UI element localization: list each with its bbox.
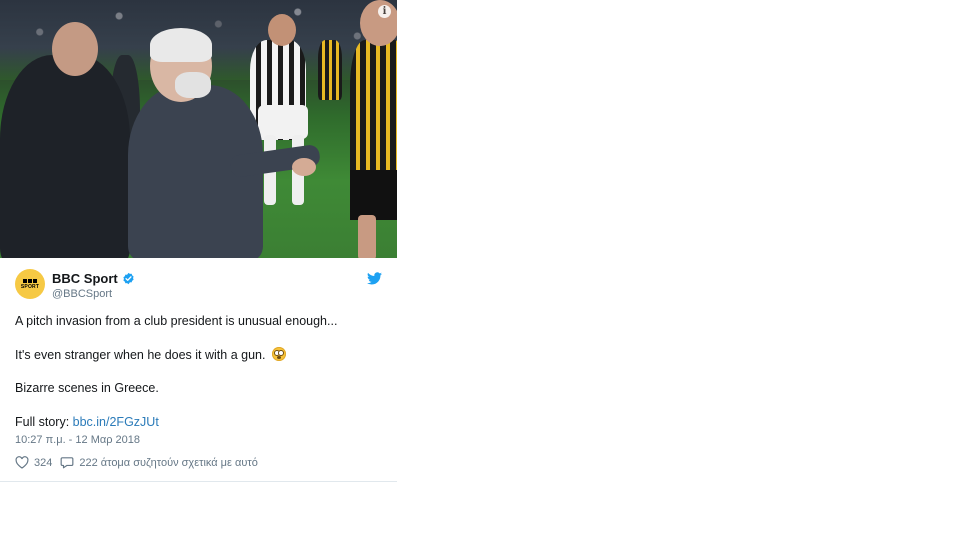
player-yellow-black-leg — [358, 215, 376, 258]
background-player-figure — [318, 40, 342, 100]
twitter-bird-icon[interactable] — [367, 272, 382, 285]
flushed-face-emoji — [271, 347, 286, 361]
tweet-header: SPORT BBC Sport @BBCSport — [15, 269, 385, 303]
tweet-timestamp[interactable]: 10:27 π.μ. - 12 Μαρ 2018 — [15, 434, 140, 446]
player-yellow-black-shorts — [350, 170, 397, 220]
bodyguard-head — [52, 22, 98, 76]
bodyguard-figure — [0, 55, 130, 258]
tweet-text-line-with-emoji: It's even stranger when he does it with … — [15, 347, 286, 362]
tweet-text-line: Bizarre scenes in Greece. — [15, 381, 159, 395]
user-handle[interactable]: @BBCSport — [52, 288, 112, 300]
heart-icon — [15, 456, 29, 469]
president-hair — [150, 28, 212, 62]
embedded-tweet: i SPORT BBC Sport @BBCSport A pitch inva… — [0, 0, 397, 482]
president-beard — [175, 72, 211, 98]
tweet-text-line: A pitch invasion from a club president i… — [15, 314, 338, 328]
reply-count-text: 222 άτομα συζητούν σχετικά με αυτό — [79, 456, 258, 469]
president-hand — [292, 158, 316, 176]
tweet-photo[interactable]: i — [0, 0, 397, 258]
info-icon[interactable]: i — [378, 5, 391, 18]
speech-bubble-icon — [60, 457, 74, 469]
full-story-link[interactable]: bbc.in/2FGzJUt — [73, 415, 159, 429]
player-striped-shorts — [258, 105, 308, 139]
like-button[interactable]: 324 — [15, 456, 52, 469]
name-row[interactable]: BBC Sport — [52, 271, 135, 286]
bbc-logo-blocks — [23, 278, 37, 283]
full-story-line: Full story: bbc.in/2FGzJUt — [15, 415, 159, 429]
full-story-label: Full story: — [15, 415, 73, 429]
display-name[interactable]: BBC Sport — [52, 271, 118, 286]
avatar-sport-text: SPORT — [20, 283, 40, 290]
player-yellow-black-shirt — [350, 40, 397, 190]
like-count: 324 — [34, 456, 53, 469]
tweet-text-line: It's even stranger when he does it with … — [15, 348, 266, 362]
reply-button[interactable]: 222 άτομα συζητούν σχετικά με αυτό — [60, 456, 258, 469]
verified-badge-icon — [123, 272, 134, 285]
player-striped-head — [268, 14, 296, 46]
tweet-actions: 324 222 άτομα συζητούν σχετικά με αυτό — [15, 456, 266, 469]
avatar[interactable]: SPORT — [15, 269, 45, 299]
